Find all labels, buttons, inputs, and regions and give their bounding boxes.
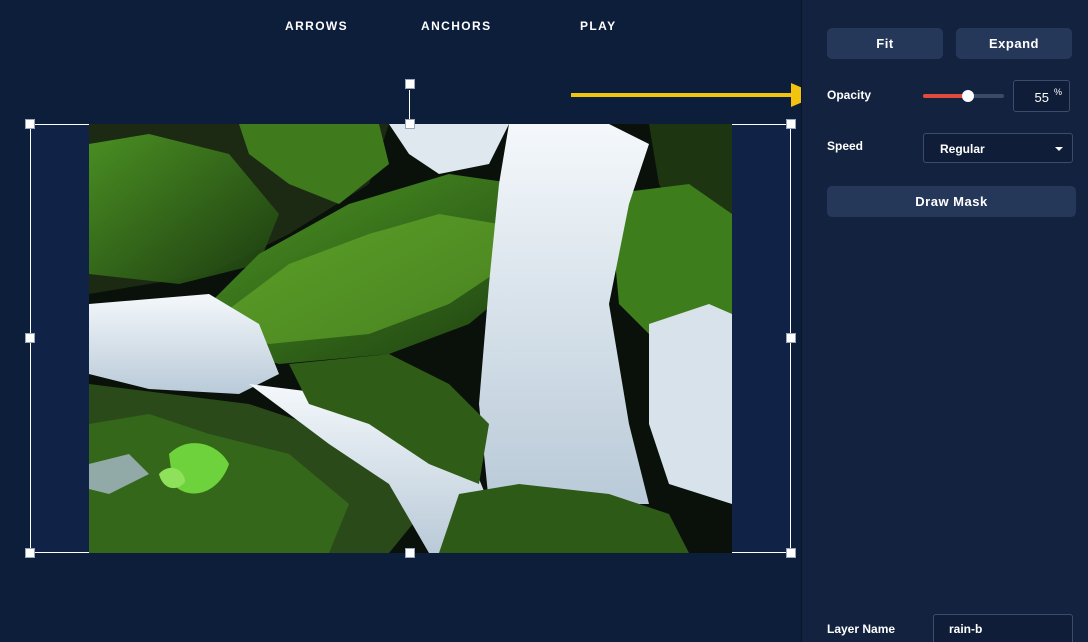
top-navigation: ARROWS ANCHORS PLAY bbox=[0, 19, 800, 35]
opacity-slider[interactable] bbox=[923, 89, 1004, 103]
draw-mask-button[interactable]: Draw Mask bbox=[827, 186, 1076, 217]
resize-handle-bottom-right[interactable] bbox=[786, 548, 796, 558]
nav-anchors[interactable]: ANCHORS bbox=[421, 19, 491, 33]
opacity-value: 55 bbox=[1034, 90, 1049, 105]
chevron-down-icon bbox=[1055, 147, 1063, 151]
rotate-handle[interactable] bbox=[405, 79, 415, 89]
opacity-slider-fill bbox=[923, 94, 968, 98]
opacity-unit: % bbox=[1053, 87, 1062, 97]
properties-panel: Fit Expand Opacity 55 % Speed Regular Dr… bbox=[801, 0, 1088, 642]
expand-button[interactable]: Expand bbox=[956, 28, 1072, 59]
layer-image-waterfall[interactable] bbox=[89, 124, 732, 553]
speed-select[interactable]: Regular bbox=[923, 133, 1073, 163]
resize-handle-right[interactable] bbox=[786, 333, 796, 343]
opacity-input[interactable]: 55 % bbox=[1013, 80, 1070, 112]
layer-name-input[interactable]: rain-b bbox=[933, 614, 1073, 642]
editor-app: ARROWS ANCHORS PLAY Fit Expand Opacity 5… bbox=[0, 0, 1088, 642]
resize-handle-top-right[interactable] bbox=[786, 119, 796, 129]
resize-handle-bottom[interactable] bbox=[405, 548, 415, 558]
resize-handle-left[interactable] bbox=[25, 333, 35, 343]
nav-arrows[interactable]: ARROWS bbox=[285, 19, 348, 33]
resize-handle-top-left[interactable] bbox=[25, 119, 35, 129]
arrow-right-icon bbox=[571, 83, 819, 107]
resize-handle-bottom-left[interactable] bbox=[25, 548, 35, 558]
fit-button[interactable]: Fit bbox=[827, 28, 943, 59]
layer-name-label: Layer Name bbox=[827, 622, 896, 636]
opacity-label: Opacity bbox=[827, 88, 872, 102]
layer-name-value: rain-b bbox=[949, 622, 983, 636]
speed-value: Regular bbox=[940, 142, 985, 156]
opacity-slider-thumb[interactable] bbox=[961, 90, 974, 102]
nav-play[interactable]: PLAY bbox=[580, 19, 617, 33]
speed-label: Speed bbox=[827, 139, 864, 153]
resize-handle-top[interactable] bbox=[405, 119, 415, 129]
